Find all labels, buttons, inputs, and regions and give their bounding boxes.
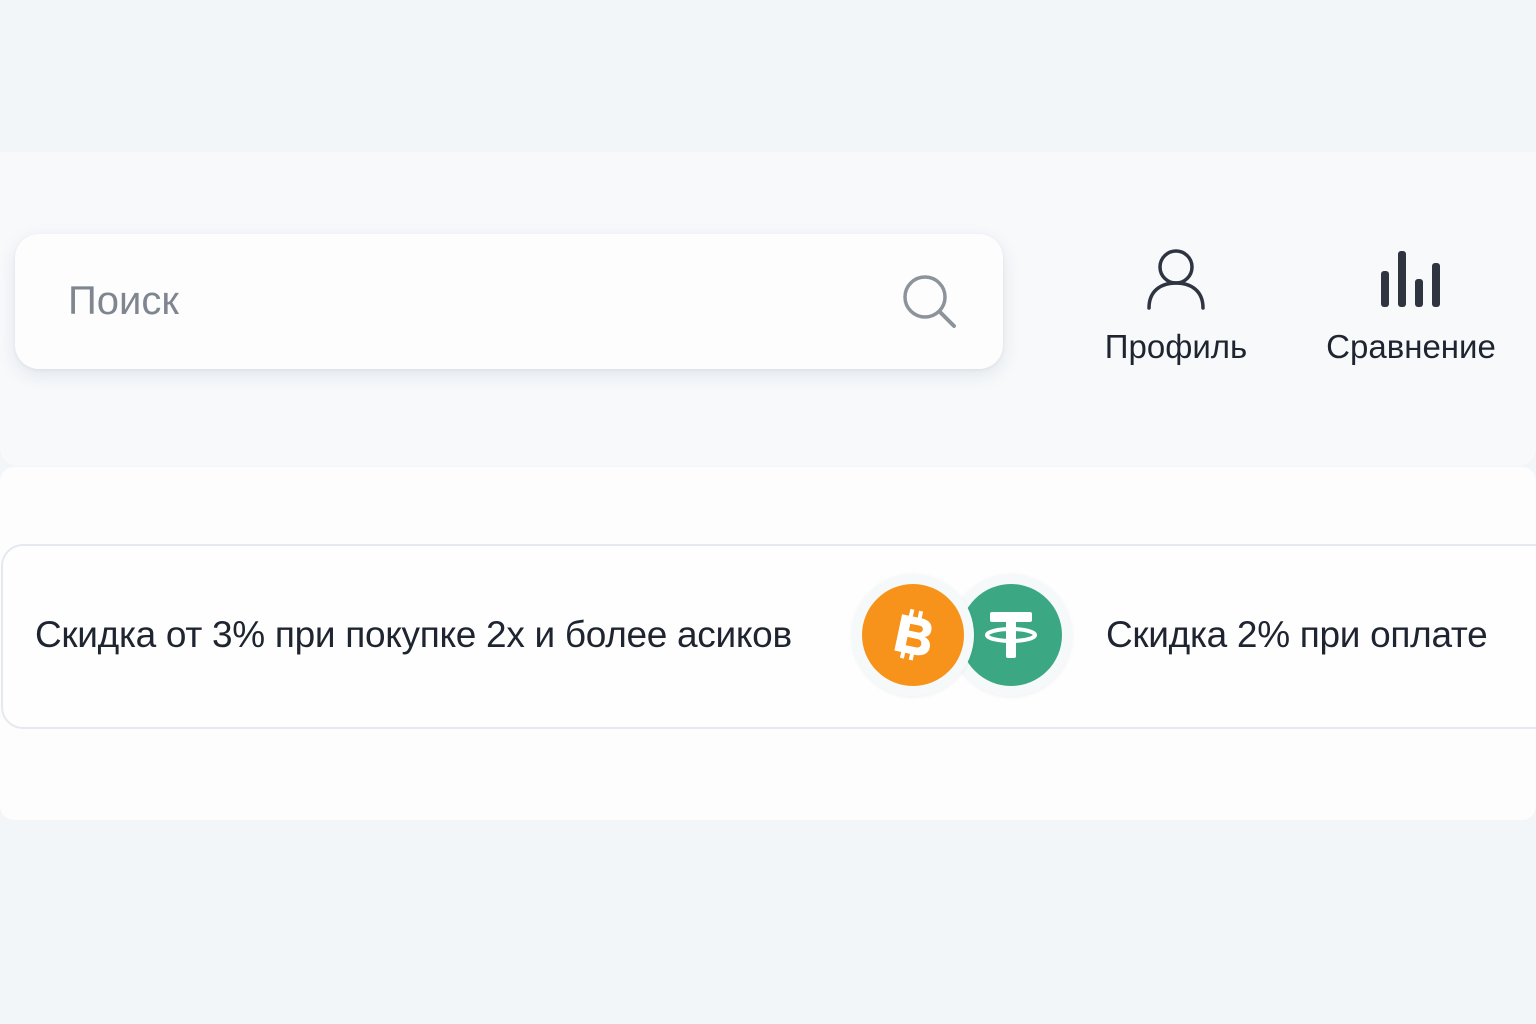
- user-icon: [1141, 244, 1211, 314]
- promo-discount-bulk: Скидка от 3% при покупке 2х и более асик…: [35, 614, 792, 655]
- nav-profile[interactable]: Профиль: [1102, 244, 1250, 366]
- search-bar[interactable]: [15, 234, 1003, 369]
- bar-chart-icon: [1376, 244, 1446, 314]
- crypto-coins: [850, 572, 1080, 698]
- tether-icon: [960, 584, 1062, 686]
- search-input[interactable]: [68, 271, 901, 332]
- bitcoin-icon: [862, 584, 964, 686]
- bitcoin-coin: [852, 574, 974, 696]
- nav-profile-label: Профиль: [1104, 328, 1248, 365]
- nav-compare[interactable]: Сравнение: [1322, 244, 1500, 366]
- search-icon[interactable]: [901, 273, 959, 331]
- promo-discount-crypto: Скидка 2% при оплате: [1106, 614, 1488, 655]
- nav-compare-label: Сравнение: [1326, 328, 1496, 365]
